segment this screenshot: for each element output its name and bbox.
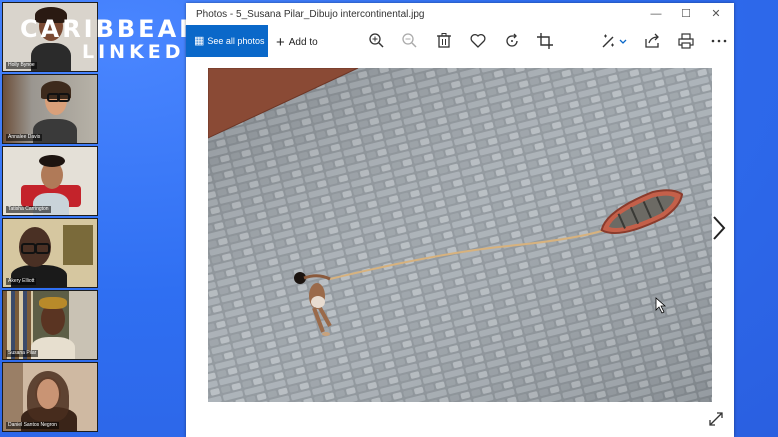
participant-name: Susana Pilar <box>6 350 39 357</box>
participant-tile[interactable]: Akery Elliott <box>2 218 98 288</box>
photos-window: Photos - 5_Susana Pilar_Dibujo intercont… <box>186 3 734 437</box>
more-icon[interactable] <box>709 31 729 51</box>
share-icon[interactable] <box>642 31 662 51</box>
close-button[interactable]: ✕ <box>704 6 728 22</box>
participant-name: Tatisha Carrington <box>6 206 51 213</box>
zoom-in-icon[interactable] <box>367 31 387 51</box>
photo-viewer[interactable] <box>208 68 712 402</box>
delete-icon[interactable] <box>434 31 454 51</box>
rotate-icon[interactable] <box>502 31 522 51</box>
add-to-button[interactable]: + Add to <box>276 34 318 51</box>
crop-icon[interactable] <box>535 31 555 51</box>
see-all-label: See all photos <box>207 36 265 46</box>
print-icon[interactable] <box>676 31 696 51</box>
participant-name: Daniel Santos Negron <box>6 422 59 429</box>
edit-icon[interactable] <box>600 31 628 51</box>
participant-tile[interactable]: Annalee Davis <box>2 74 98 144</box>
participant-tile[interactable]: Daniel Santos Negron <box>2 362 98 432</box>
expand-icon[interactable] <box>708 411 724 427</box>
participant-name: Annalee Davis <box>6 134 43 141</box>
favorite-icon[interactable] <box>468 31 488 51</box>
see-all-photos-button[interactable]: ▦ See all photos <box>186 25 268 57</box>
add-to-label: Add to <box>288 37 318 48</box>
maximize-button[interactable]: ☐ <box>674 6 698 22</box>
participant-name: Holly Bynoe <box>6 62 37 69</box>
photo-image <box>208 68 712 402</box>
toolbar: ▦ See all photos + Add to <box>186 25 734 57</box>
participant-name: Akery Elliott <box>6 278 37 285</box>
window-title: Photos - 5_Susana Pilar_Dibujo intercont… <box>196 9 425 20</box>
plus-icon: + <box>276 34 285 51</box>
participant-tile[interactable]: Tatisha Carrington <box>2 146 98 216</box>
zoom-out-icon[interactable] <box>400 31 420 51</box>
title-bar: Photos - 5_Susana Pilar_Dibujo intercont… <box>186 3 734 25</box>
next-photo-arrow-icon[interactable] <box>712 215 726 241</box>
participant-tile[interactable]: Susana Pilar <box>2 290 98 360</box>
photos-icon: ▦ <box>194 35 205 47</box>
minimize-button[interactable]: — <box>644 6 668 22</box>
